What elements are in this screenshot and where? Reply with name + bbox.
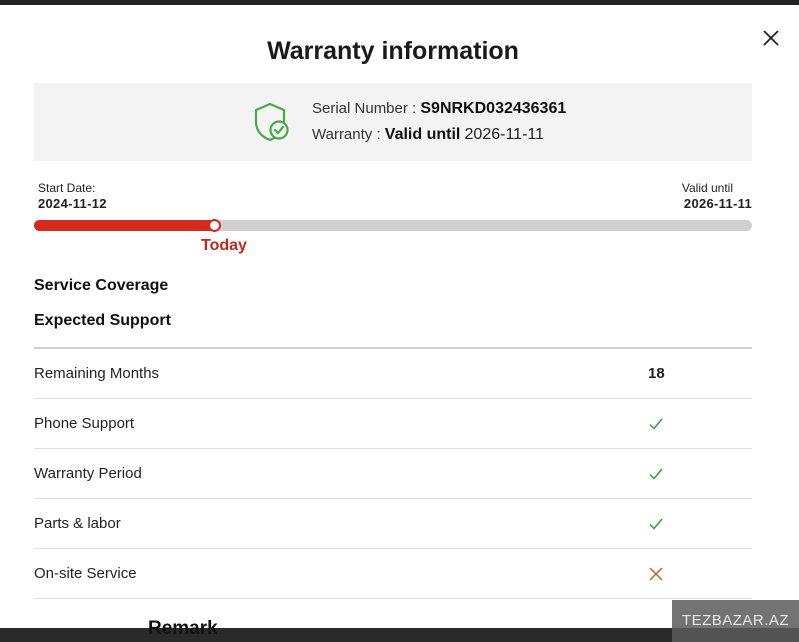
row-label: Warranty Period — [34, 465, 142, 482]
check-icon — [649, 418, 663, 430]
table-row: Phone Support — [34, 399, 752, 449]
row-label: On-site Service — [34, 565, 137, 582]
start-date-label: Start Date: — [38, 181, 96, 195]
end-date-label: Valid until — [681, 181, 733, 195]
check-icon — [649, 468, 663, 480]
shield-check-icon — [254, 102, 289, 142]
warranty-date: 2026-11-11 — [464, 126, 544, 143]
remark-heading: Remark — [148, 618, 218, 639]
watermark: TEZBAZAR.AZ — [672, 600, 799, 642]
end-date-value: 2026-11-11 — [683, 196, 752, 211]
row-label: Parts & labor — [34, 515, 121, 532]
check-icon — [649, 518, 663, 530]
row-label: Phone Support — [34, 415, 135, 432]
warranty-status: Valid until — [384, 126, 461, 143]
support-table: Remaining Months 18 Phone Support Warran… — [34, 347, 752, 599]
table-row: Parts & labor — [34, 499, 752, 549]
row-value: 18 — [648, 365, 665, 382]
cross-icon — [649, 567, 663, 581]
serial-number-label: Serial Number : — [312, 100, 417, 117]
warranty-progress-fill — [34, 220, 216, 231]
today-label: Today — [201, 237, 247, 254]
table-row: Remaining Months 18 — [34, 349, 752, 399]
today-marker — [208, 219, 221, 232]
table-row: Warranty Period — [34, 449, 752, 499]
service-coverage-heading: Service Coverage — [34, 277, 169, 294]
table-row: On-site Service — [34, 549, 752, 599]
expected-support-heading: Expected Support — [34, 312, 171, 329]
warranty-summary-box: Serial Number : S9NRKD032436361 Warranty… — [34, 83, 752, 161]
modal-title: Warranty information — [267, 37, 519, 65]
warranty-line: Warranty : Valid until 2026-11-11 — [312, 126, 544, 144]
warranty-progress-track — [34, 219, 752, 232]
serial-number-line: Serial Number : S9NRKD032436361 — [312, 100, 566, 118]
start-date-value: 2024-11-12 — [38, 196, 107, 211]
serial-number-value: S9NRKD032436361 — [420, 100, 567, 117]
warranty-modal: Warranty information Serial Number : S9N… — [0, 5, 799, 628]
row-label: Remaining Months — [34, 365, 160, 382]
warranty-label: Warranty : — [312, 126, 381, 143]
